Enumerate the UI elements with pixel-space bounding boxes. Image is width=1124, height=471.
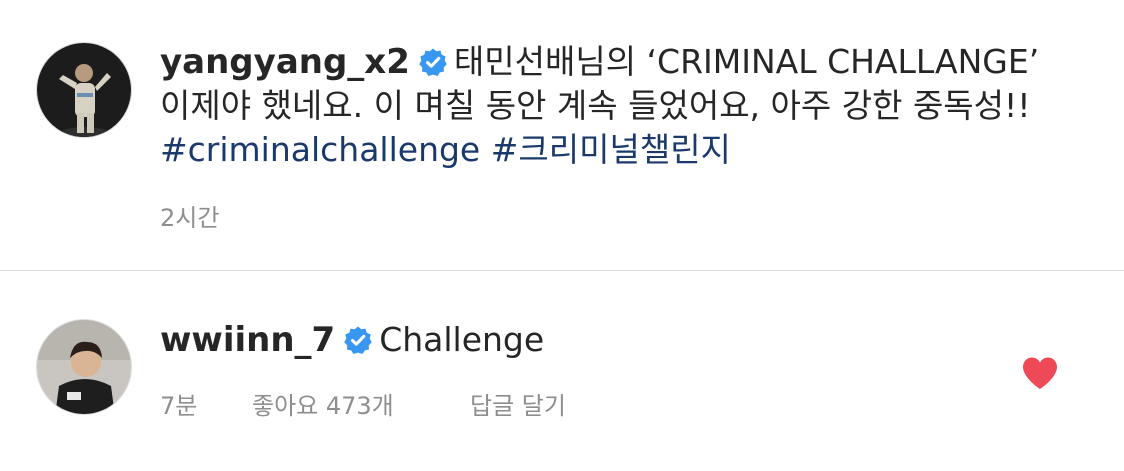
comment-line: wwiinn_7 Challenge [160,318,544,366]
user-photo-icon [37,43,131,137]
post-author-avatar[interactable] [36,42,132,138]
comment-likes-count[interactable]: 좋아요 473개 [252,386,394,421]
commenter-username[interactable]: wwiinn_7 [160,320,335,360]
hashtag-link[interactable]: #criminalchallenge [160,130,480,169]
heart-icon[interactable] [1021,356,1059,390]
comment-text: Challenge [379,320,545,359]
caption-first-line: yangyang_x2 태민선배님의 ‘CRIMINAL CHALLANGE’ [160,40,1039,88]
commenter-avatar[interactable] [36,319,132,415]
reply-button[interactable]: 답글 달기 [470,386,566,421]
hashtag-link[interactable]: #크리미널챌린지 [491,130,731,169]
caption-hashtags: #criminalchallenge #크리미널챌린지 [160,128,731,172]
user-photo-icon [37,320,131,414]
post-timestamp: 2시간 [160,204,220,232]
verified-badge-icon [343,322,373,366]
comment-timestamp: 7분 [160,392,198,420]
instagram-comments: yangyang_x2 태민선배님의 ‘CRIMINAL CHALLANGE’ 이… [0,0,1124,471]
post-author-username[interactable]: yangyang_x2 [160,42,410,82]
caption-text-part1: 태민선배님의 ‘CRIMINAL CHALLANGE’ [453,42,1040,81]
divider [0,270,1124,271]
verified-badge-icon [418,44,448,88]
caption-text-part2: 이제야 했네요. 이 며칠 동안 계속 들었어요, 아주 강한 중독성!! [160,86,1031,125]
